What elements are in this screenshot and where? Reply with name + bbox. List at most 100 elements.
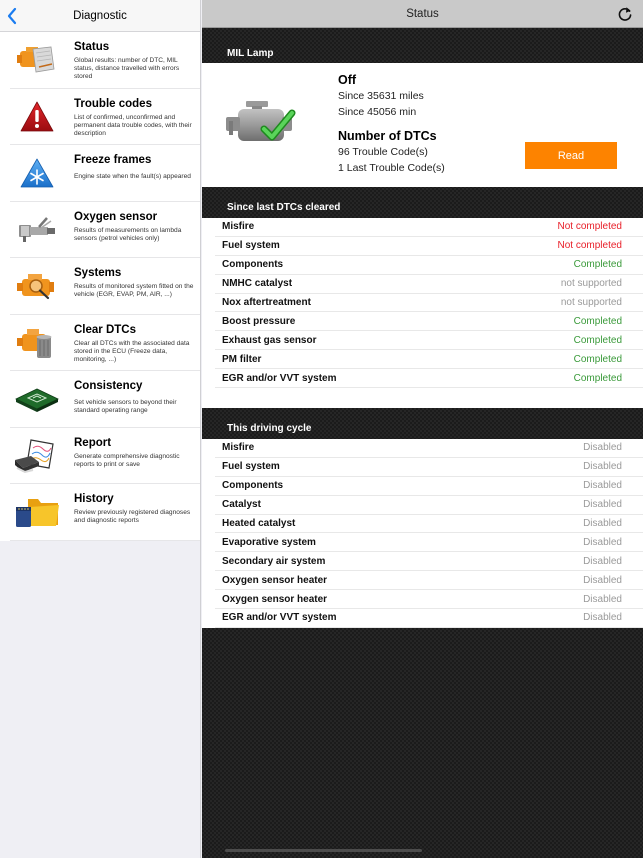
sidebar-item-description: List of confirmed, unconfirmed and perma… bbox=[74, 113, 192, 137]
sidebar-item-clear-dtcs[interactable]: Clear DTCs Clear all DTCs with the assoc… bbox=[0, 315, 200, 372]
sidebar-item-description: Generate comprehensive diagnostic report… bbox=[74, 452, 180, 468]
printer-report-icon bbox=[15, 439, 54, 473]
monitor-status: not supported bbox=[560, 297, 622, 308]
table-row: EGR and/or VVT system Disabled bbox=[215, 609, 643, 628]
monitor-name: Misfire bbox=[222, 442, 255, 454]
sidebar-item-freeze-frames[interactable]: Freeze frames Engine state when the faul… bbox=[0, 145, 200, 202]
monitor-status: Disabled bbox=[583, 442, 622, 454]
monitor-name: Fuel system bbox=[222, 461, 280, 473]
monitor-name: Components bbox=[222, 480, 284, 492]
engine-magnifier-icon bbox=[17, 274, 54, 300]
monitor-name: Fuel system bbox=[222, 240, 280, 252]
monitor-status: Not completed bbox=[557, 221, 622, 233]
monitor-status: Completed bbox=[573, 353, 622, 365]
monitor-name: Oxygen sensor heater bbox=[222, 593, 328, 605]
engine-document-icon bbox=[17, 46, 55, 73]
snowflake-triangle-icon bbox=[20, 158, 54, 188]
monitor-name: Nox aftertreatment bbox=[222, 297, 311, 308]
mil-card: Off Since 35631 miles Since 45056 min Nu… bbox=[202, 63, 643, 187]
sidebar-item-systems[interactable]: Systems Results of monitored system fitt… bbox=[0, 258, 200, 315]
monitor-name: Catalyst bbox=[222, 499, 261, 511]
table-row: PM filter Completed bbox=[215, 350, 643, 370]
monitor-name: Evaporative system bbox=[222, 536, 316, 548]
navigation-bar: Status bbox=[202, 0, 643, 28]
sidebar-item-label: Report bbox=[74, 436, 112, 449]
engine-trash-icon bbox=[17, 328, 52, 358]
monitor-status: Disabled bbox=[583, 461, 622, 473]
sidebar-header: Diagnostic bbox=[0, 0, 200, 32]
table-row: Oxygen sensor heater Disabled bbox=[215, 571, 643, 591]
table-row: Components Disabled bbox=[215, 477, 643, 496]
driving-cycle-table: Misfire Disabled Fuel system Disabled Compon… bbox=[202, 439, 643, 628]
monitor-status: Disabled bbox=[583, 518, 622, 530]
table-row: Fuel system Not completed bbox=[215, 237, 643, 256]
sidebar-item-label: Systems bbox=[74, 267, 122, 279]
section-title-driving-cycle: This driving cycle bbox=[227, 423, 312, 435]
scroll-indicator[interactable] bbox=[225, 849, 422, 852]
monitor-name: Oxygen sensor heater bbox=[222, 574, 328, 586]
table-row: Heated catalyst Disabled bbox=[215, 515, 643, 534]
table-row: Misfire Disabled bbox=[215, 439, 643, 458]
last-trouble-code-count: 1 Last Trouble Code(s) bbox=[338, 162, 445, 174]
monitor-status: Disabled bbox=[583, 499, 622, 511]
section-title-since-cleared: Since last DTCs cleared bbox=[227, 202, 341, 213]
sidebar-menu: Status Global results: number of DTC, MI… bbox=[0, 32, 200, 541]
monitor-status: Disabled bbox=[583, 574, 622, 586]
sidebar-item-label: Status bbox=[74, 41, 110, 53]
monitor-status: Disabled bbox=[583, 480, 622, 492]
monitor-status: Not completed bbox=[557, 240, 622, 252]
table-row: Catalyst Disabled bbox=[215, 496, 643, 515]
circuit-board-icon bbox=[15, 388, 59, 413]
table-row: Secondary air system Disabled bbox=[215, 552, 643, 572]
monitor-name: EGR and/or VVT system bbox=[222, 612, 337, 624]
monitor-status: Disabled bbox=[583, 612, 622, 624]
sidebar-item-consistency[interactable]: Consistency Set vehicle sensors to beyon… bbox=[0, 371, 200, 428]
refresh-icon[interactable] bbox=[617, 6, 633, 22]
sidebar-item-description: Results of monitored system fitted on th… bbox=[74, 283, 194, 299]
table-row: Exhaust gas sensor Completed bbox=[215, 331, 643, 351]
monitor-name: NMHC catalyst bbox=[222, 278, 293, 290]
since-cleared-table: Misfire Not completed Fuel system Not compl… bbox=[202, 218, 643, 409]
monitor-status: Disabled bbox=[583, 593, 622, 605]
sidebar-item-description: Clear all DTCs with the associated data … bbox=[74, 339, 190, 363]
table-row: Components Completed bbox=[215, 256, 643, 275]
sidebar-item-description: Review previously registered diagnoses a… bbox=[74, 509, 191, 525]
monitor-status: Disabled bbox=[583, 536, 622, 548]
sidebar-item-report[interactable]: Report Generate comprehensive diagnostic… bbox=[0, 428, 200, 485]
sidebar-item-label: Oxygen sensor bbox=[74, 210, 158, 223]
sidebar-item-label: Clear DTCs bbox=[74, 323, 136, 336]
monitor-status: Completed bbox=[573, 259, 622, 271]
monitor-name: Misfire bbox=[222, 221, 255, 233]
table-row: NMHC catalyst not supported bbox=[215, 275, 643, 294]
monitor-status: Completed bbox=[573, 334, 622, 346]
sidebar: Diagnostic Status Global results: number… bbox=[0, 0, 201, 858]
table-row: Oxygen sensor heater Disabled bbox=[215, 590, 643, 610]
sidebar-title: Diagnostic bbox=[73, 10, 127, 22]
monitor-name: Exhaust gas sensor bbox=[222, 334, 317, 346]
table-row: Fuel system Disabled bbox=[215, 458, 643, 477]
sidebar-item-history[interactable]: History Review previously registered dia… bbox=[0, 484, 200, 541]
dtc-count-heading: Number of DTCs bbox=[338, 129, 437, 143]
chevron-left-icon[interactable] bbox=[4, 4, 20, 28]
monitor-name: Components bbox=[222, 259, 284, 271]
sidebar-item-status[interactable]: Status Global results: number of DTC, MI… bbox=[0, 32, 200, 89]
page-title: Status bbox=[406, 8, 439, 20]
section-title-mil-lamp: MIL Lamp bbox=[227, 48, 274, 59]
monitor-name: PM filter bbox=[222, 353, 262, 365]
oxygen-sensor-icon bbox=[19, 216, 55, 242]
mil-since-distance: Since 35631 miles bbox=[338, 90, 424, 102]
sidebar-item-description: Engine state when the fault(s) appeared bbox=[74, 173, 191, 180]
monitor-status: Disabled bbox=[583, 555, 622, 567]
read-button[interactable]: Read bbox=[525, 142, 617, 169]
table-row: Boost pressure Completed bbox=[215, 312, 643, 332]
sidebar-item-description: Set vehicle sensors to beyond their stan… bbox=[74, 399, 177, 415]
sidebar-item-label: Consistency bbox=[74, 380, 143, 392]
mil-since-time: Since 45056 min bbox=[338, 106, 417, 118]
sidebar-item-oxygen-sensor[interactable]: Oxygen sensor Results of measurements on… bbox=[0, 202, 200, 259]
mil-info: Off Since 35631 miles Since 45056 min Nu… bbox=[338, 73, 445, 176]
sidebar-item-description: Global results: number of DTC, MIL statu… bbox=[74, 57, 180, 81]
table-row: Nox aftertreatment not supported bbox=[215, 294, 643, 313]
sidebar-item-trouble-codes[interactable]: Trouble codes List of confirmed, unconfi… bbox=[0, 89, 200, 146]
monitor-status: Completed bbox=[573, 315, 622, 327]
table-row: EGR and/or VVT system Completed bbox=[215, 369, 643, 389]
